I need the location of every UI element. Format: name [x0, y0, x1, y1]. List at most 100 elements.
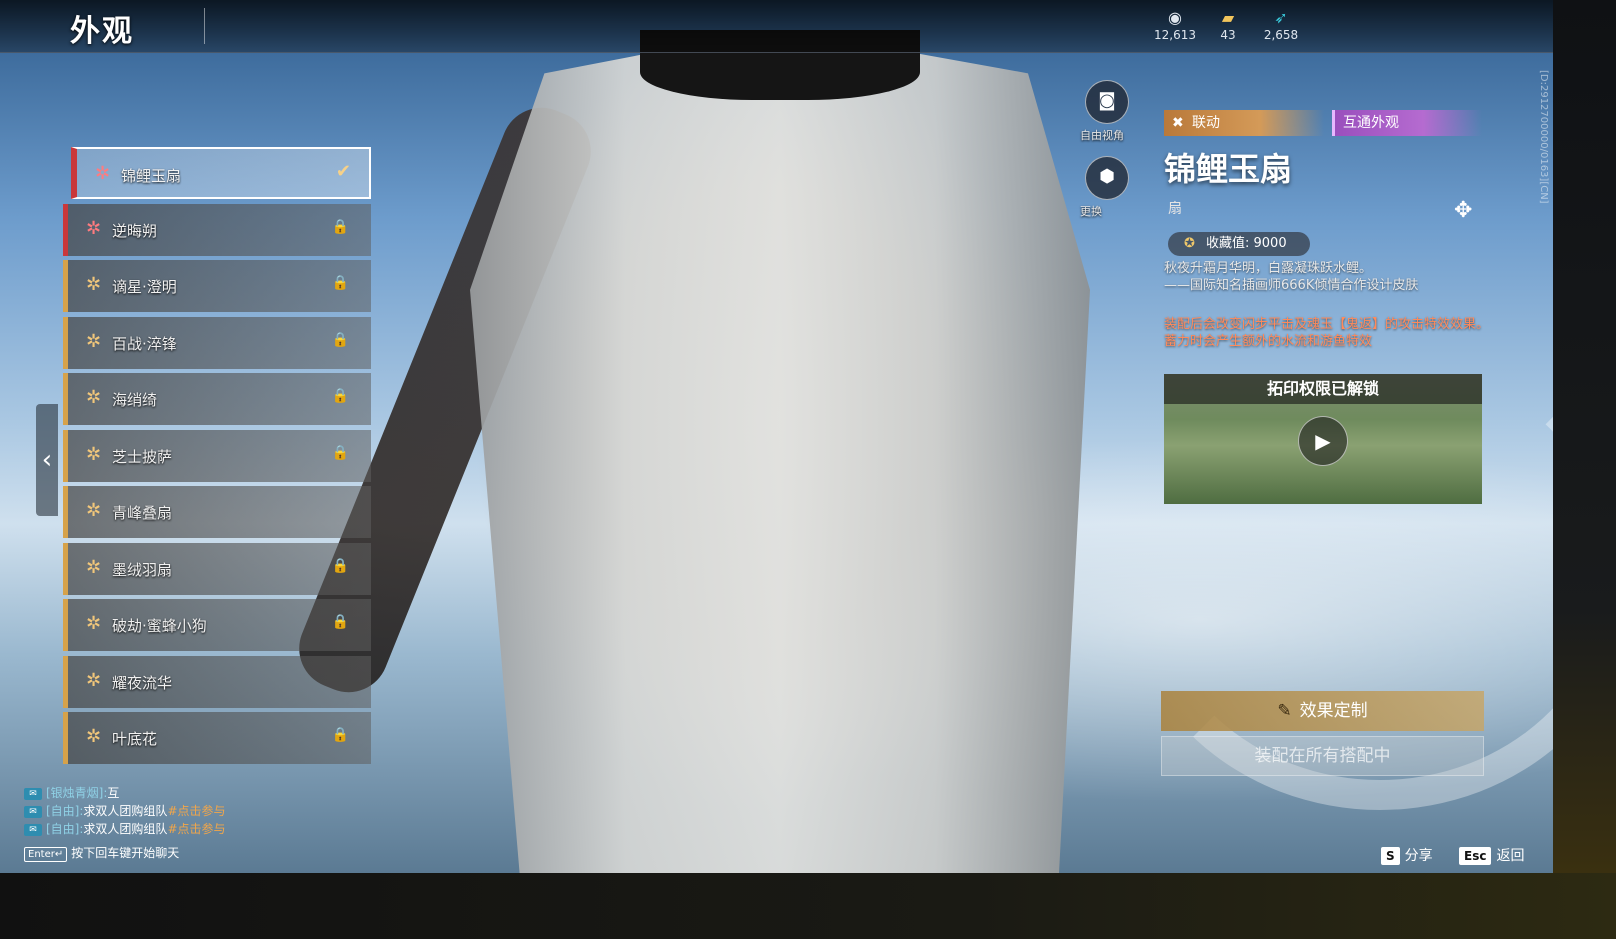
chat-channel: [自由]:	[46, 822, 84, 836]
screen-edge	[1553, 0, 1616, 873]
title-divider	[204, 8, 205, 44]
list-item-label: 谪星·澄明	[112, 278, 177, 296]
share-label: 分享	[1404, 848, 1433, 864]
chat-input-hint[interactable]: Enter↵ 按下回车键开始聊天	[24, 844, 226, 862]
list-item[interactable]: ✲ 锦鲤玉扇 ✔	[71, 147, 371, 199]
list-item-label: 青峰叠扇	[112, 504, 173, 522]
preview-title: 拓印权限已解锁	[1164, 374, 1482, 404]
collection-value-badge: ✪ 收藏值: 9000	[1168, 232, 1310, 256]
rarity-star-icon: ✲	[86, 613, 102, 634]
lock-icon: 🔒	[331, 332, 349, 348]
esc-key: Esc	[1459, 847, 1492, 865]
bottom-letterbox	[0, 873, 1616, 939]
currency-jade: ◉ 12,613	[1145, 8, 1205, 42]
rarity-star-icon: ✲	[86, 444, 102, 465]
lock-icon: 🔒	[331, 614, 349, 630]
change-label: 更换	[1080, 205, 1102, 218]
chat-channel-icon: ✉	[24, 823, 42, 836]
list-item[interactable]: ✲ 逆晦朔 🔒	[63, 204, 371, 256]
list-item[interactable]: ✲ 谪星·澄明 🔒	[63, 260, 371, 312]
effect-preview-video[interactable]: 拓印权限已解锁 ▶	[1164, 374, 1482, 504]
lock-icon: 🔒	[331, 445, 349, 461]
build-id: [D:2912700000/0163][CN]	[1538, 70, 1549, 204]
page-title: 外观	[70, 14, 134, 49]
collapse-arrow-icon[interactable]: ‹	[36, 404, 58, 516]
list-item-label: 叶底花	[112, 730, 158, 748]
collection-value: 收藏值: 9000	[1206, 236, 1287, 251]
rarity-star-icon: ✲	[86, 218, 102, 239]
chat-box[interactable]: ✉ [银烛青烟]:互 ✉ [自由]:求双人团购组队#点击参与 ✉ [自由]:求双人团购…	[24, 784, 226, 862]
list-item[interactable]: ✲ 耀夜流华	[63, 656, 371, 708]
chat-text: 求双人团购组队	[83, 822, 168, 836]
list-item[interactable]: ✲ 叶底花 🔒	[63, 712, 371, 764]
item-description: 秋夜升霜月华明，白露凝珠跃水鲤。 ——国际知名插画师666K倾情合作设计皮肤	[1164, 260, 1489, 294]
currency-ticket: ▰ 43	[1198, 8, 1258, 42]
lock-icon: 🔒	[331, 219, 349, 235]
rarity-star-icon: ✲	[95, 163, 111, 184]
list-item-label: 海绡绮	[112, 391, 158, 409]
collab-tag: ✖ 联动	[1164, 110, 1324, 136]
rarity-star-icon: ✲	[86, 387, 102, 408]
chat-message[interactable]: ✉ [自由]:求双人团购组队#点击参与	[24, 820, 226, 838]
list-item-label: 逆晦朔	[112, 222, 158, 240]
play-icon[interactable]: ▶	[1298, 416, 1348, 466]
list-item[interactable]: ✲ 百战·淬锋 🔒	[63, 317, 371, 369]
shared-appearance-tag: 互通外观	[1332, 110, 1482, 136]
feather-icon: ➶	[1274, 8, 1288, 27]
ticket-icon: ▰	[1221, 8, 1235, 27]
rarity-star-icon: ✲	[86, 500, 102, 521]
free-view-label: 自由视角	[1080, 129, 1124, 142]
equip-all-button[interactable]: 装配在所有搭配中	[1161, 736, 1484, 776]
list-item-label: 耀夜流华	[112, 674, 173, 692]
enter-key: Enter↵	[24, 847, 68, 862]
check-icon: ✔	[335, 161, 351, 182]
rarity-star-icon: ✲	[86, 726, 102, 747]
collab-tag-label: 联动	[1192, 115, 1220, 131]
chat-channel: [银烛青烟]:	[46, 786, 108, 800]
description-line: 秋夜升霜月华明，白露凝珠跃水鲤。	[1164, 261, 1373, 276]
camera-icon[interactable]: ◙	[1085, 80, 1129, 124]
back-button[interactable]: Esc 返回	[1459, 845, 1524, 865]
rarity-star-icon: ✲	[86, 557, 102, 578]
item-type: 扇	[1168, 201, 1182, 217]
change-outfit-icon[interactable]: ⬢	[1085, 156, 1129, 200]
rotate-view-icon[interactable]: ✥	[1454, 198, 1472, 223]
currency-ticket-value: 43	[1220, 28, 1236, 42]
chat-message[interactable]: ✉ [银烛青烟]:互	[24, 784, 226, 802]
effect-line: 装配后会改变闪步平击及魂玉【鬼返】的攻击特效效果。	[1164, 317, 1490, 332]
coin-icon: ✪	[1184, 236, 1195, 251]
rarity-star-icon: ✲	[86, 670, 102, 691]
list-item-label: 墨绒羽扇	[112, 561, 173, 579]
list-item[interactable]: ✲ 芝士披萨 🔒	[63, 430, 371, 482]
chat-message[interactable]: ✉ [自由]:求双人团购组队#点击参与	[24, 802, 226, 820]
list-item-label: 破劫·蜜蜂小狗	[112, 617, 207, 635]
rarity-star-icon: ✲	[86, 274, 102, 295]
skin-list[interactable]: ✲ 锦鲤玉扇 ✔ ✲ 逆晦朔 🔒 ✲ 谪星·澄明 🔒 ✲ 百战·淬锋 🔒 ✲ 海…	[63, 145, 375, 775]
lock-icon: 🔒	[331, 388, 349, 404]
list-item-label: 百战·淬锋	[112, 335, 177, 353]
currency-feather: ➶ 2,658	[1251, 8, 1311, 42]
chat-join-link[interactable]: #点击参与	[167, 804, 225, 818]
description-line: ——国际知名插画师666K倾情合作设计皮肤	[1164, 278, 1419, 293]
item-title: 锦鲤玉扇	[1164, 150, 1293, 188]
chat-hint-text: 按下回车键开始聊天	[71, 846, 180, 860]
back-label: 返回	[1496, 848, 1525, 864]
chat-join-link[interactable]: #点击参与	[167, 822, 225, 836]
chat-text: 求双人团购组队	[83, 804, 168, 818]
list-item[interactable]: ✲ 海绡绮 🔒	[63, 373, 371, 425]
chat-channel-icon: ✉	[24, 787, 42, 800]
list-item[interactable]: ✲ 青峰叠扇	[63, 486, 371, 538]
wrench-icon: ✎	[1277, 701, 1292, 721]
list-item-label: 锦鲤玉扇	[121, 167, 182, 185]
list-item[interactable]: ✲ 墨绒羽扇 🔒	[63, 543, 371, 595]
lock-icon: 🔒	[331, 275, 349, 291]
chat-channel-icon: ✉	[24, 805, 42, 818]
customize-effect-button[interactable]: ✎ 效果定制	[1161, 691, 1484, 731]
chat-text: 互	[107, 786, 120, 800]
share-button[interactable]: S 分享	[1381, 845, 1433, 865]
jade-icon: ◉	[1168, 8, 1182, 27]
rarity-star-icon: ✲	[86, 331, 102, 352]
currency-jade-value: 12,613	[1154, 28, 1196, 42]
list-item[interactable]: ✲ 破劫·蜜蜂小狗 🔒	[63, 599, 371, 651]
chat-channel: [自由]:	[46, 804, 84, 818]
